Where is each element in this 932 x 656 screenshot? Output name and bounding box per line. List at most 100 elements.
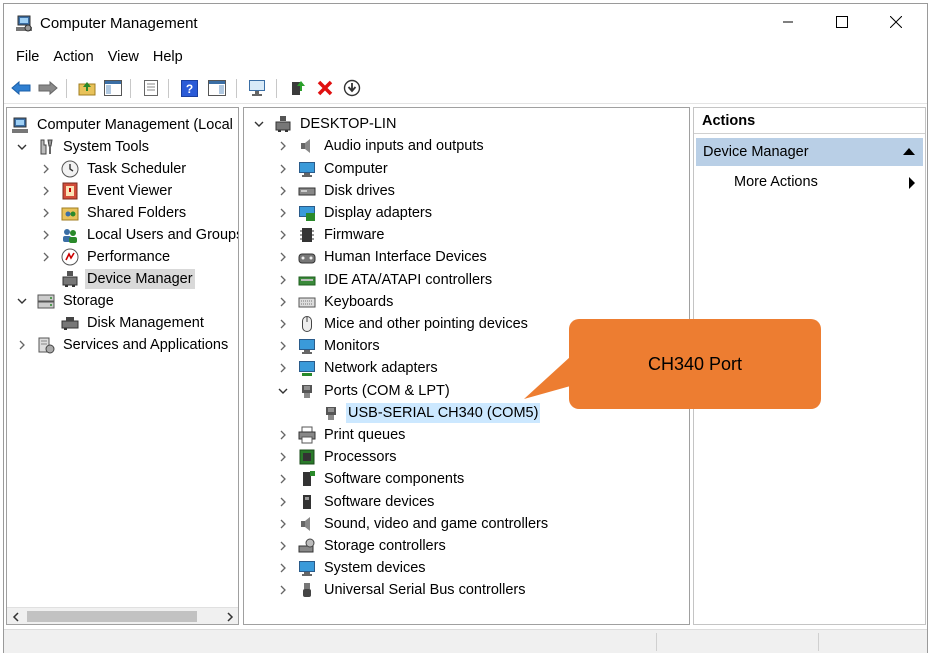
console-tree-pane[interactable]: Computer Management (Local System Tools … bbox=[6, 107, 239, 625]
device-category-item[interactable]: Audio inputs and outputs bbox=[276, 135, 486, 157]
chevron-right-icon[interactable] bbox=[276, 206, 290, 220]
uninstall-device-button[interactable] bbox=[314, 77, 336, 99]
forward-button[interactable] bbox=[37, 77, 59, 99]
device-category-item[interactable]: Firmware bbox=[276, 224, 386, 246]
device-category-item[interactable]: Keyboards bbox=[276, 291, 395, 313]
up-one-level-button[interactable] bbox=[76, 77, 98, 99]
chevron-right-icon[interactable] bbox=[276, 162, 290, 176]
monitor-scan-icon bbox=[249, 80, 265, 96]
device-category-item[interactable]: Sound, video and game controllers bbox=[276, 513, 550, 535]
update-driver-button[interactable] bbox=[287, 77, 309, 99]
hid-icon bbox=[298, 248, 316, 266]
device-category-item[interactable]: Monitors bbox=[276, 335, 382, 357]
more-actions-item[interactable]: More Actions bbox=[734, 168, 919, 196]
chevron-right-icon[interactable] bbox=[276, 273, 290, 287]
tree-item-event-viewer[interactable]: Event Viewer bbox=[39, 180, 174, 202]
maximize-button[interactable] bbox=[818, 4, 866, 40]
device-category-item[interactable]: Software components bbox=[276, 468, 466, 490]
chevron-right-icon[interactable] bbox=[276, 450, 290, 464]
show-hide-console-tree-button[interactable] bbox=[102, 77, 124, 99]
device-category-item[interactable]: Universal Serial Bus controllers bbox=[276, 579, 527, 601]
tree-item-disk-management[interactable]: Disk Management bbox=[39, 312, 206, 334]
show-hide-action-pane-button[interactable] bbox=[206, 77, 228, 99]
chevron-right-icon[interactable] bbox=[276, 339, 290, 353]
device-category-item[interactable]: Processors bbox=[276, 446, 399, 468]
chevron-right-icon[interactable] bbox=[276, 184, 290, 198]
chevron-right-icon[interactable] bbox=[276, 495, 290, 509]
collapse-up-icon[interactable] bbox=[903, 148, 915, 155]
tree-item-task-scheduler[interactable]: Task Scheduler bbox=[39, 158, 188, 180]
chevron-right-icon[interactable] bbox=[276, 583, 290, 597]
menu-view[interactable]: View bbox=[101, 46, 146, 70]
scrollbar-thumb[interactable] bbox=[27, 611, 197, 622]
tree-item-label: Device Manager bbox=[85, 269, 195, 289]
scroll-right-icon[interactable] bbox=[221, 608, 238, 624]
tree-item-performance[interactable]: Performance bbox=[39, 246, 172, 268]
chevron-right-icon[interactable] bbox=[276, 139, 290, 153]
chevron-right-icon[interactable] bbox=[276, 361, 290, 375]
device-category-item[interactable]: Ports (COM & LPT) bbox=[276, 380, 452, 402]
keyboard-icon bbox=[298, 293, 316, 311]
properties-button[interactable] bbox=[140, 77, 162, 99]
device-category-item[interactable]: Disk drives bbox=[276, 180, 397, 202]
device-item-usb-serial-ch340[interactable]: USB-SERIAL CH340 (COM5) bbox=[300, 402, 541, 424]
tree-item-local-users[interactable]: Local Users and Groups bbox=[39, 224, 238, 246]
device-category-item[interactable]: Mice and other pointing devices bbox=[276, 313, 530, 335]
chevron-right-icon[interactable] bbox=[15, 338, 29, 352]
chevron-right-icon[interactable] bbox=[276, 539, 290, 553]
horizontal-scrollbar[interactable] bbox=[7, 607, 238, 624]
chevron-right-icon[interactable] bbox=[276, 561, 290, 575]
chevron-right-icon[interactable] bbox=[39, 162, 53, 176]
network-adapter-icon bbox=[298, 359, 316, 377]
minimize-icon bbox=[783, 21, 793, 23]
tree-item-system-tools[interactable]: System Tools bbox=[15, 136, 151, 158]
device-category-label: Print queues bbox=[324, 426, 406, 443]
chevron-right-icon[interactable] bbox=[276, 295, 290, 309]
chevron-down-icon[interactable] bbox=[252, 117, 266, 131]
device-category-item[interactable]: Display adapters bbox=[276, 202, 434, 224]
chevron-right-icon[interactable] bbox=[276, 317, 290, 331]
tree-item-shared-folders[interactable]: Shared Folders bbox=[39, 202, 188, 224]
device-category-item[interactable]: Software devices bbox=[276, 491, 436, 513]
shared-folder-icon bbox=[61, 204, 79, 222]
device-category-item[interactable]: System devices bbox=[276, 557, 428, 579]
device-category-item[interactable]: Computer bbox=[276, 158, 390, 180]
chevron-down-icon[interactable] bbox=[15, 294, 29, 308]
help-button[interactable]: ? bbox=[178, 77, 200, 99]
users-icon bbox=[61, 226, 79, 244]
device-tree-root[interactable]: DESKTOP-LIN bbox=[252, 113, 398, 135]
chevron-right-icon[interactable] bbox=[276, 228, 290, 242]
device-category-item[interactable]: Print queues bbox=[276, 424, 407, 446]
tree-item-label: Shared Folders bbox=[87, 205, 187, 221]
menu-action[interactable]: Action bbox=[46, 46, 100, 70]
chevron-right-icon[interactable] bbox=[39, 184, 53, 198]
chevron-right-icon[interactable] bbox=[276, 250, 290, 264]
device-category-item[interactable]: Human Interface Devices bbox=[276, 246, 489, 268]
disable-device-button[interactable] bbox=[341, 77, 363, 99]
device-category-item[interactable]: IDE ATA/ATAPI controllers bbox=[276, 269, 494, 291]
actions-section-device-manager[interactable]: Device Manager bbox=[696, 138, 923, 166]
device-category-label: Sound, video and game controllers bbox=[324, 515, 549, 532]
chevron-right-icon[interactable] bbox=[276, 517, 290, 531]
chevron-down-icon[interactable] bbox=[276, 384, 290, 398]
tree-item-storage[interactable]: Storage bbox=[15, 290, 116, 312]
chevron-right-icon[interactable] bbox=[39, 228, 53, 242]
chevron-right-icon[interactable] bbox=[39, 206, 53, 220]
chevron-right-icon[interactable] bbox=[39, 250, 53, 264]
tree-item-device-manager[interactable]: Device Manager bbox=[39, 268, 195, 290]
device-category-label: Storage controllers bbox=[324, 537, 446, 554]
back-button[interactable] bbox=[10, 77, 32, 99]
chevron-right-icon[interactable] bbox=[276, 472, 290, 486]
device-category-item[interactable]: Storage controllers bbox=[276, 535, 448, 557]
chevron-right-icon[interactable] bbox=[276, 428, 290, 442]
chevron-down-icon[interactable] bbox=[15, 140, 29, 154]
device-category-item[interactable]: Network adapters bbox=[276, 357, 440, 379]
menu-help[interactable]: Help bbox=[146, 46, 190, 70]
tree-item-root[interactable]: Computer Management (Local bbox=[11, 114, 235, 136]
tree-item-services[interactable]: Services and Applications bbox=[15, 334, 230, 356]
minimize-button[interactable] bbox=[764, 4, 812, 40]
menu-file[interactable]: File bbox=[4, 46, 46, 70]
scan-hardware-button[interactable] bbox=[247, 77, 269, 99]
scroll-left-icon[interactable] bbox=[7, 608, 24, 624]
close-button[interactable] bbox=[872, 4, 920, 40]
